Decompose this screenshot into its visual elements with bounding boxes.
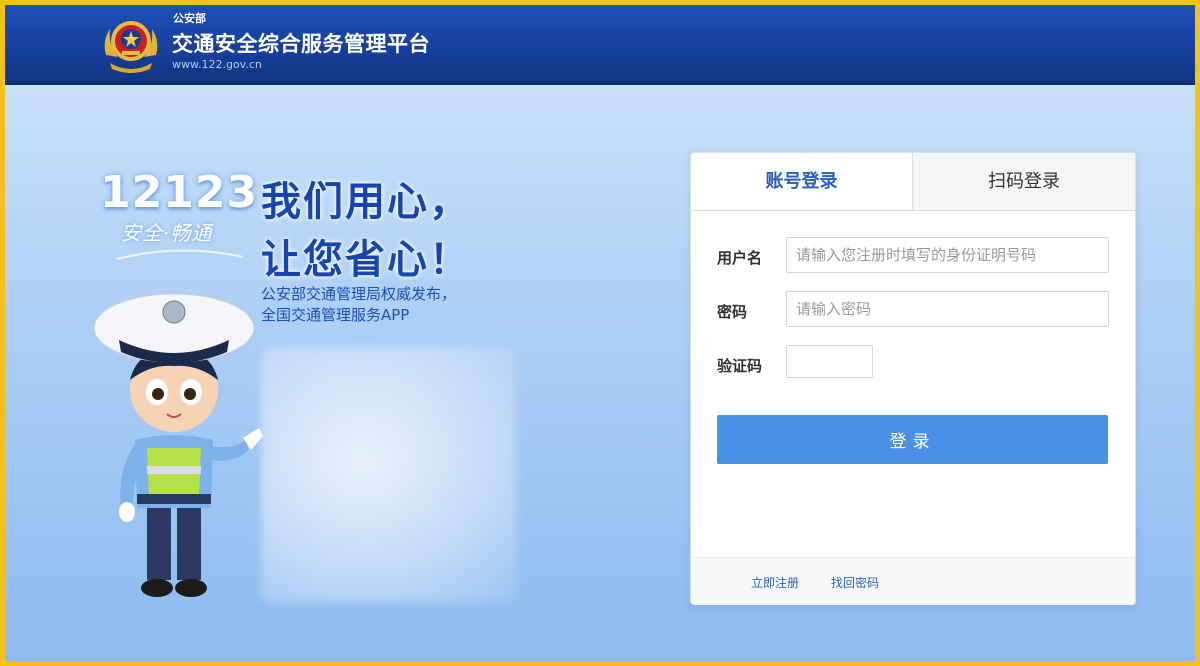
register-link[interactable]: 立即注册 [751,574,799,591]
username-input[interactable] [786,237,1109,273]
password-input[interactable] [786,291,1109,327]
tab-qr-login[interactable]: 扫码登录 [913,153,1135,211]
tab-account-login[interactable]: 账号登录 [691,153,913,211]
platform-title: 交通安全综合服务管理平台 [172,32,430,56]
panel-footer: 立即注册 找回密码 [691,557,1135,605]
ministry-name: 公安部 [173,12,206,25]
swoosh-decoration [116,249,244,260]
site-url: www.122.gov.cn [172,58,262,71]
login-tabs: 账号登录 扫码登录 [691,153,1135,211]
hero-number: 12123 [100,167,259,218]
police-emblem-icon [104,21,158,73]
description-line-1: 公安部交通管理局权威发布， [261,285,457,303]
forgot-password-link[interactable]: 找回密码 [831,574,879,591]
hero-motto: 安全·畅通 [121,221,213,245]
slogan-line-1: 我们用心， [261,179,471,225]
slogan-line-2: 让您省心！ [261,237,471,283]
username-label: 用户名 [717,249,763,267]
captcha-label: 验证码 [717,357,763,375]
page-frame: 公安部 交通安全综合服务管理平台 www.122.gov.cn 12123 安全… [5,5,1195,661]
login-button[interactable]: 登录 [717,415,1108,464]
site-header: 公安部 交通安全综合服务管理平台 www.122.gov.cn [5,5,1195,85]
login-panel: 账号登录 扫码登录 用户名 密码 验证码 登录 立即注册 找回密码 [690,152,1136,605]
qr-code-placeholder [261,347,517,603]
password-label: 密码 [717,303,748,321]
police-officer-illustration [93,293,263,597]
captcha-input[interactable] [786,345,873,378]
